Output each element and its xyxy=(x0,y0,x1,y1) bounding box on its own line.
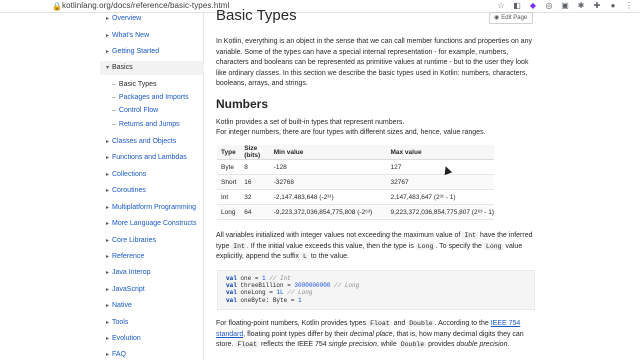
more-menu-icon[interactable]: ⋮ xyxy=(624,1,634,10)
table-cell: Short xyxy=(217,174,241,190)
sidebar-item-core-libraries[interactable]: ▸ Core Libraries xyxy=(106,237,156,244)
inference-paragraph: All variables initialized with integer v… xyxy=(216,232,533,260)
docs-sidebar: ▸ Overview ▸ What's New ▸ Getting Started ▾… xyxy=(100,13,204,360)
code-line: val threeBillion = 3000000000 // Long xyxy=(226,282,360,290)
table-cell: Long xyxy=(217,204,241,220)
integer-types-table: Type Size (bits) Min value Max value Byt… xyxy=(217,145,494,220)
table-cell: 8 xyxy=(240,159,270,175)
table-row: Long 64 -9,223,372,036,854,775,808 (-2⁶³… xyxy=(217,204,494,220)
sidebar-item-coroutines[interactable]: ▸ Coroutines xyxy=(106,187,146,194)
star-icon[interactable]: ☆ xyxy=(496,1,506,10)
sidebar-sub-returns-jumps[interactable]: – Returns and Jumps xyxy=(112,121,180,128)
table-cell: 2,147,483,647 (2³¹ - 1) xyxy=(386,189,494,205)
sidebar-item-javascript[interactable]: ▸ JavaScript xyxy=(106,286,145,293)
url-text[interactable]: kotlinlang.org/docs/reference/basic-type… xyxy=(62,1,229,10)
sidebar-item-classes-objects[interactable]: ▸ Classes and Objects xyxy=(106,138,176,145)
sidebar-item-basics[interactable]: ▾ Basics xyxy=(100,61,204,75)
table-cell: -128 xyxy=(269,159,387,175)
browser-address-bar[interactable]: 🔒 kotlinlang.org/docs/reference/basic-ty… xyxy=(0,0,640,13)
code-line: val one = 1 // Int xyxy=(226,275,291,282)
extension-icon[interactable]: ▣ xyxy=(560,1,570,10)
table-header: Min value xyxy=(269,145,387,160)
sidebar-sub-basic-types[interactable]: – Basic Types xyxy=(112,81,157,88)
extension-icon[interactable]: ◎ xyxy=(544,1,554,10)
inline-code: Double xyxy=(407,320,435,327)
inline-code: Float xyxy=(368,320,392,327)
table-cell: 9,223,372,036,854,775,807 (2⁶³ - 1) xyxy=(386,204,494,220)
sidebar-item-reference[interactable]: ▸ Reference xyxy=(106,253,144,260)
sidebar-item-evolution[interactable]: ▸ Evolution xyxy=(106,335,141,342)
table-cell: 64 xyxy=(240,204,270,220)
github-icon: ◉ xyxy=(494,15,500,21)
lock-icon: 🔒 xyxy=(52,2,62,11)
sidebar-item-whats-new[interactable]: ▸ What's New xyxy=(106,32,149,39)
sidebar-sub-control-flow[interactable]: – Control Flow xyxy=(112,107,158,114)
table-header: Max value xyxy=(386,145,494,160)
extension-purple-icon[interactable]: ◆ xyxy=(528,1,538,10)
extension-icon[interactable]: ✱ xyxy=(576,1,586,10)
sidebar-item-java-interop[interactable]: ▸ Java Interop xyxy=(106,269,151,276)
inline-code: Long xyxy=(483,242,504,250)
table-cell: 16 xyxy=(240,174,270,190)
inline-code: Long xyxy=(415,242,436,250)
inline-code: Double xyxy=(398,341,427,348)
table-row: Int 32 -2,147,483,648 (-2³¹) 2,147,483,6… xyxy=(217,189,494,205)
table-cell: -9,223,372,036,854,775,808 (-2⁶³) xyxy=(269,204,387,220)
table-cell: -2,147,483,648 (-2³¹) xyxy=(269,189,387,205)
inline-code: Int xyxy=(231,242,247,250)
edit-page-button[interactable]: ◉ Edit Page xyxy=(489,12,533,24)
table-header-row: Type Size (bits) Min value Max value xyxy=(217,145,494,160)
numbers-paragraph-2: For integer numbers, there are four type… xyxy=(216,129,486,136)
table-header: Type xyxy=(217,145,241,160)
sidebar-item-functions-lambdas[interactable]: ▸ Functions and Lambdas xyxy=(106,154,187,161)
numbers-heading: Numbers xyxy=(216,97,269,111)
page-title: Basic Types xyxy=(216,7,297,24)
sidebar-sub-packages-imports[interactable]: – Packages and Imports xyxy=(112,94,189,101)
inline-code: Int xyxy=(462,232,479,239)
code-line: val oneLong = 1L // Long xyxy=(226,289,313,297)
sidebar-item-faq[interactable]: ▸ FAQ xyxy=(106,351,126,358)
table-cell: 32 xyxy=(240,189,270,205)
table-cell: -32768 xyxy=(269,174,387,190)
sidebar-item-getting-started[interactable]: ▸ Getting Started xyxy=(106,48,159,55)
sidebar-item-multiplatform[interactable]: ▸ Multiplatform Programming xyxy=(106,204,196,211)
table-cell: Int xyxy=(217,189,241,205)
intro-paragraph: In Kotlin, everything is an object in th… xyxy=(216,38,532,87)
table-row: Short 16 -32768 32767 xyxy=(217,174,494,190)
sidebar-item-native[interactable]: ▸ Native xyxy=(106,302,132,309)
table-cell: 32767 xyxy=(386,174,494,190)
table-header: Size (bits) xyxy=(240,145,270,160)
sidebar-item-more-constructs[interactable]: ▸ More Language Constructs xyxy=(106,220,196,227)
sidebar-item-tools[interactable]: ▸ Tools xyxy=(106,319,128,326)
sidebar-item-collections[interactable]: ▸ Collections xyxy=(106,171,146,178)
table-cell: 127 xyxy=(386,159,494,175)
floating-point-paragraph: For floating-point numbers, Kotlin provi… xyxy=(216,320,524,348)
extension-icon[interactable]: ◧ xyxy=(512,1,522,10)
code-sample[interactable]: val one = 1 // Int val threeBillion = 30… xyxy=(217,270,535,310)
code-line: val oneByte: Byte = 1 xyxy=(226,296,302,304)
extension-icon[interactable]: ✚ xyxy=(592,1,602,10)
sidebar-item-overview[interactable]: ▸ Overview xyxy=(106,15,141,22)
inline-code: L xyxy=(300,253,309,260)
inline-code: Float xyxy=(235,341,259,348)
table-cell: Byte xyxy=(217,159,241,175)
profile-icon[interactable]: ● xyxy=(608,1,618,10)
browser-toolbar-icons: ☆ ◧ ◆ ◎ ▣ ✱ ✚ ● ⋮ xyxy=(496,1,634,10)
numbers-paragraph-1: Kotlin provides a set of built-in types … xyxy=(216,119,405,126)
